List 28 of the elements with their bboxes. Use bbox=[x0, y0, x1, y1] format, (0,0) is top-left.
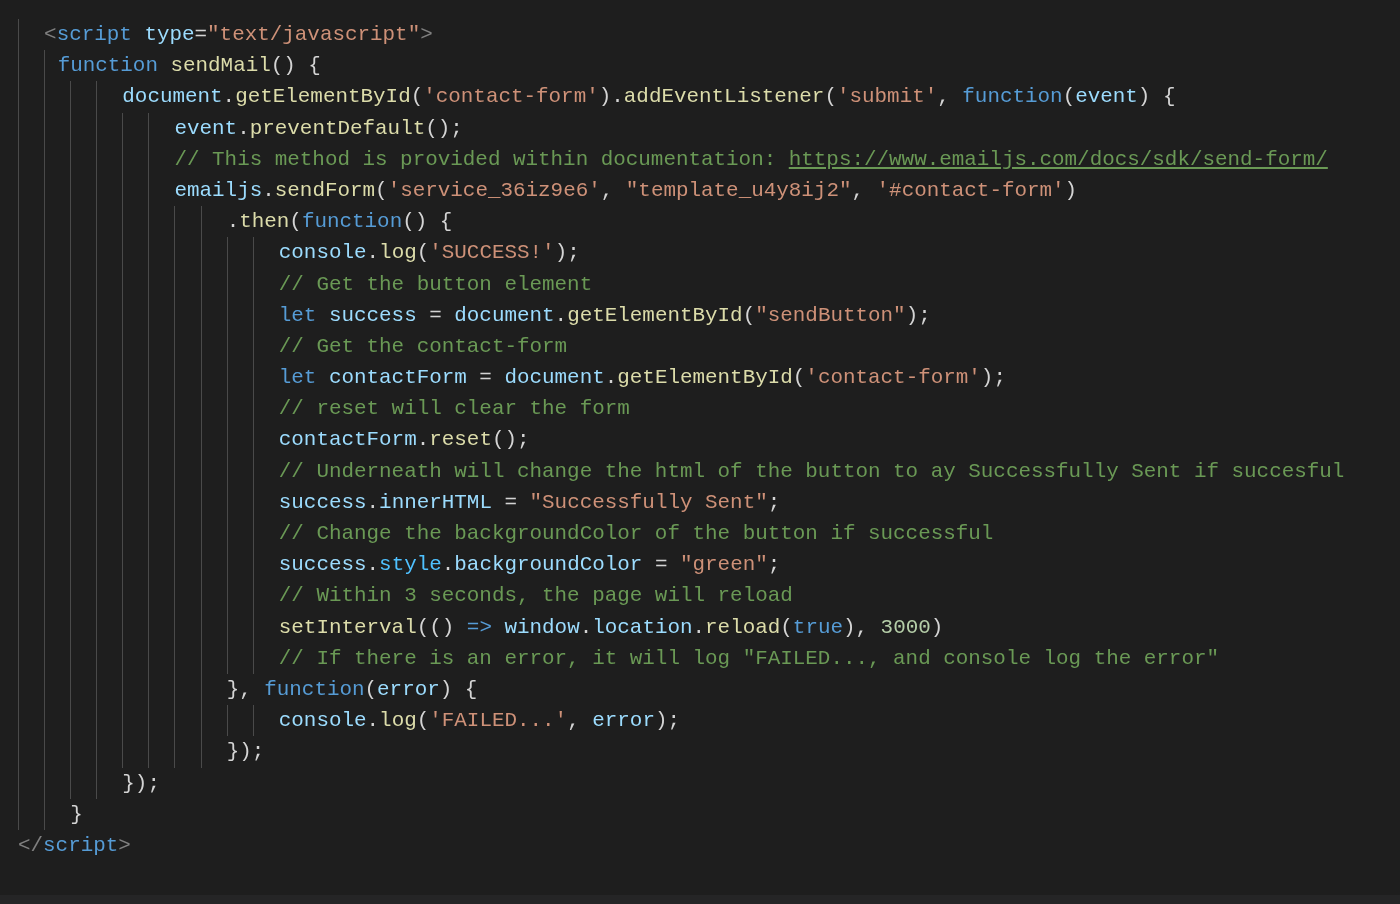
code-line: // This method is provided within documentation: https://www.emailjs.com/docs/sdk/send-form/ bbox=[18, 143, 1328, 175]
code-line: // If there is an error, it will log "FAILED..., and console log the error" bbox=[18, 642, 1219, 674]
code-line: emailjs.sendForm('service_36iz9e6', "template_u4y8ij2", '#contact-form') bbox=[18, 174, 1078, 207]
link[interactable]: https://www.emailjs.com/docs/sdk/send-form/ bbox=[788, 147, 1328, 171]
code-line: } bbox=[18, 798, 83, 830]
code-line: // Get the button element bbox=[18, 268, 593, 300]
code-line: }, function(error) { bbox=[18, 673, 478, 706]
code-line: // reset will clear the form bbox=[18, 393, 630, 425]
code-line: // Within 3 seconds, the page will reload bbox=[18, 580, 793, 612]
code-line: event.preventDefault(); bbox=[18, 112, 463, 144]
code-line: </script> bbox=[18, 832, 131, 859]
code-line: success.innerHTML = "Successfully Sent"; bbox=[18, 486, 781, 518]
code-line: // Get the contact-form bbox=[18, 330, 568, 363]
code-line: document.getElementById('contact-form').addEventListener('submit', function(event) { bbox=[18, 81, 1176, 113]
code-line: function sendMail() { bbox=[18, 50, 321, 82]
code-line: }); bbox=[18, 736, 265, 768]
code-line: let contactForm = document.getElementById('contact-form'); bbox=[18, 362, 1006, 394]
code-line: // Underneath will change the html of the button to ay Successfully Sent if succesful bbox=[18, 455, 1345, 487]
code-line: setInterval(() => window.location.reload(true), 3000) bbox=[18, 611, 944, 643]
code-line: }); bbox=[18, 767, 160, 799]
code-line: contactForm.reset(); bbox=[18, 424, 530, 456]
code-line: // Change the backgroundColor of the button if successful bbox=[18, 518, 994, 550]
code-line: success.style.backgroundColor = "green"; bbox=[18, 549, 781, 581]
code-line: <script type="text/javascript"> bbox=[18, 19, 433, 51]
code-line: console.log('FAILED...', error); bbox=[18, 705, 680, 737]
code-line: .then(function() { bbox=[18, 206, 453, 238]
code-line: console.log('SUCCESS!'); bbox=[18, 237, 580, 269]
code-line: let success = document.getElementById("sendButton"); bbox=[18, 299, 931, 331]
